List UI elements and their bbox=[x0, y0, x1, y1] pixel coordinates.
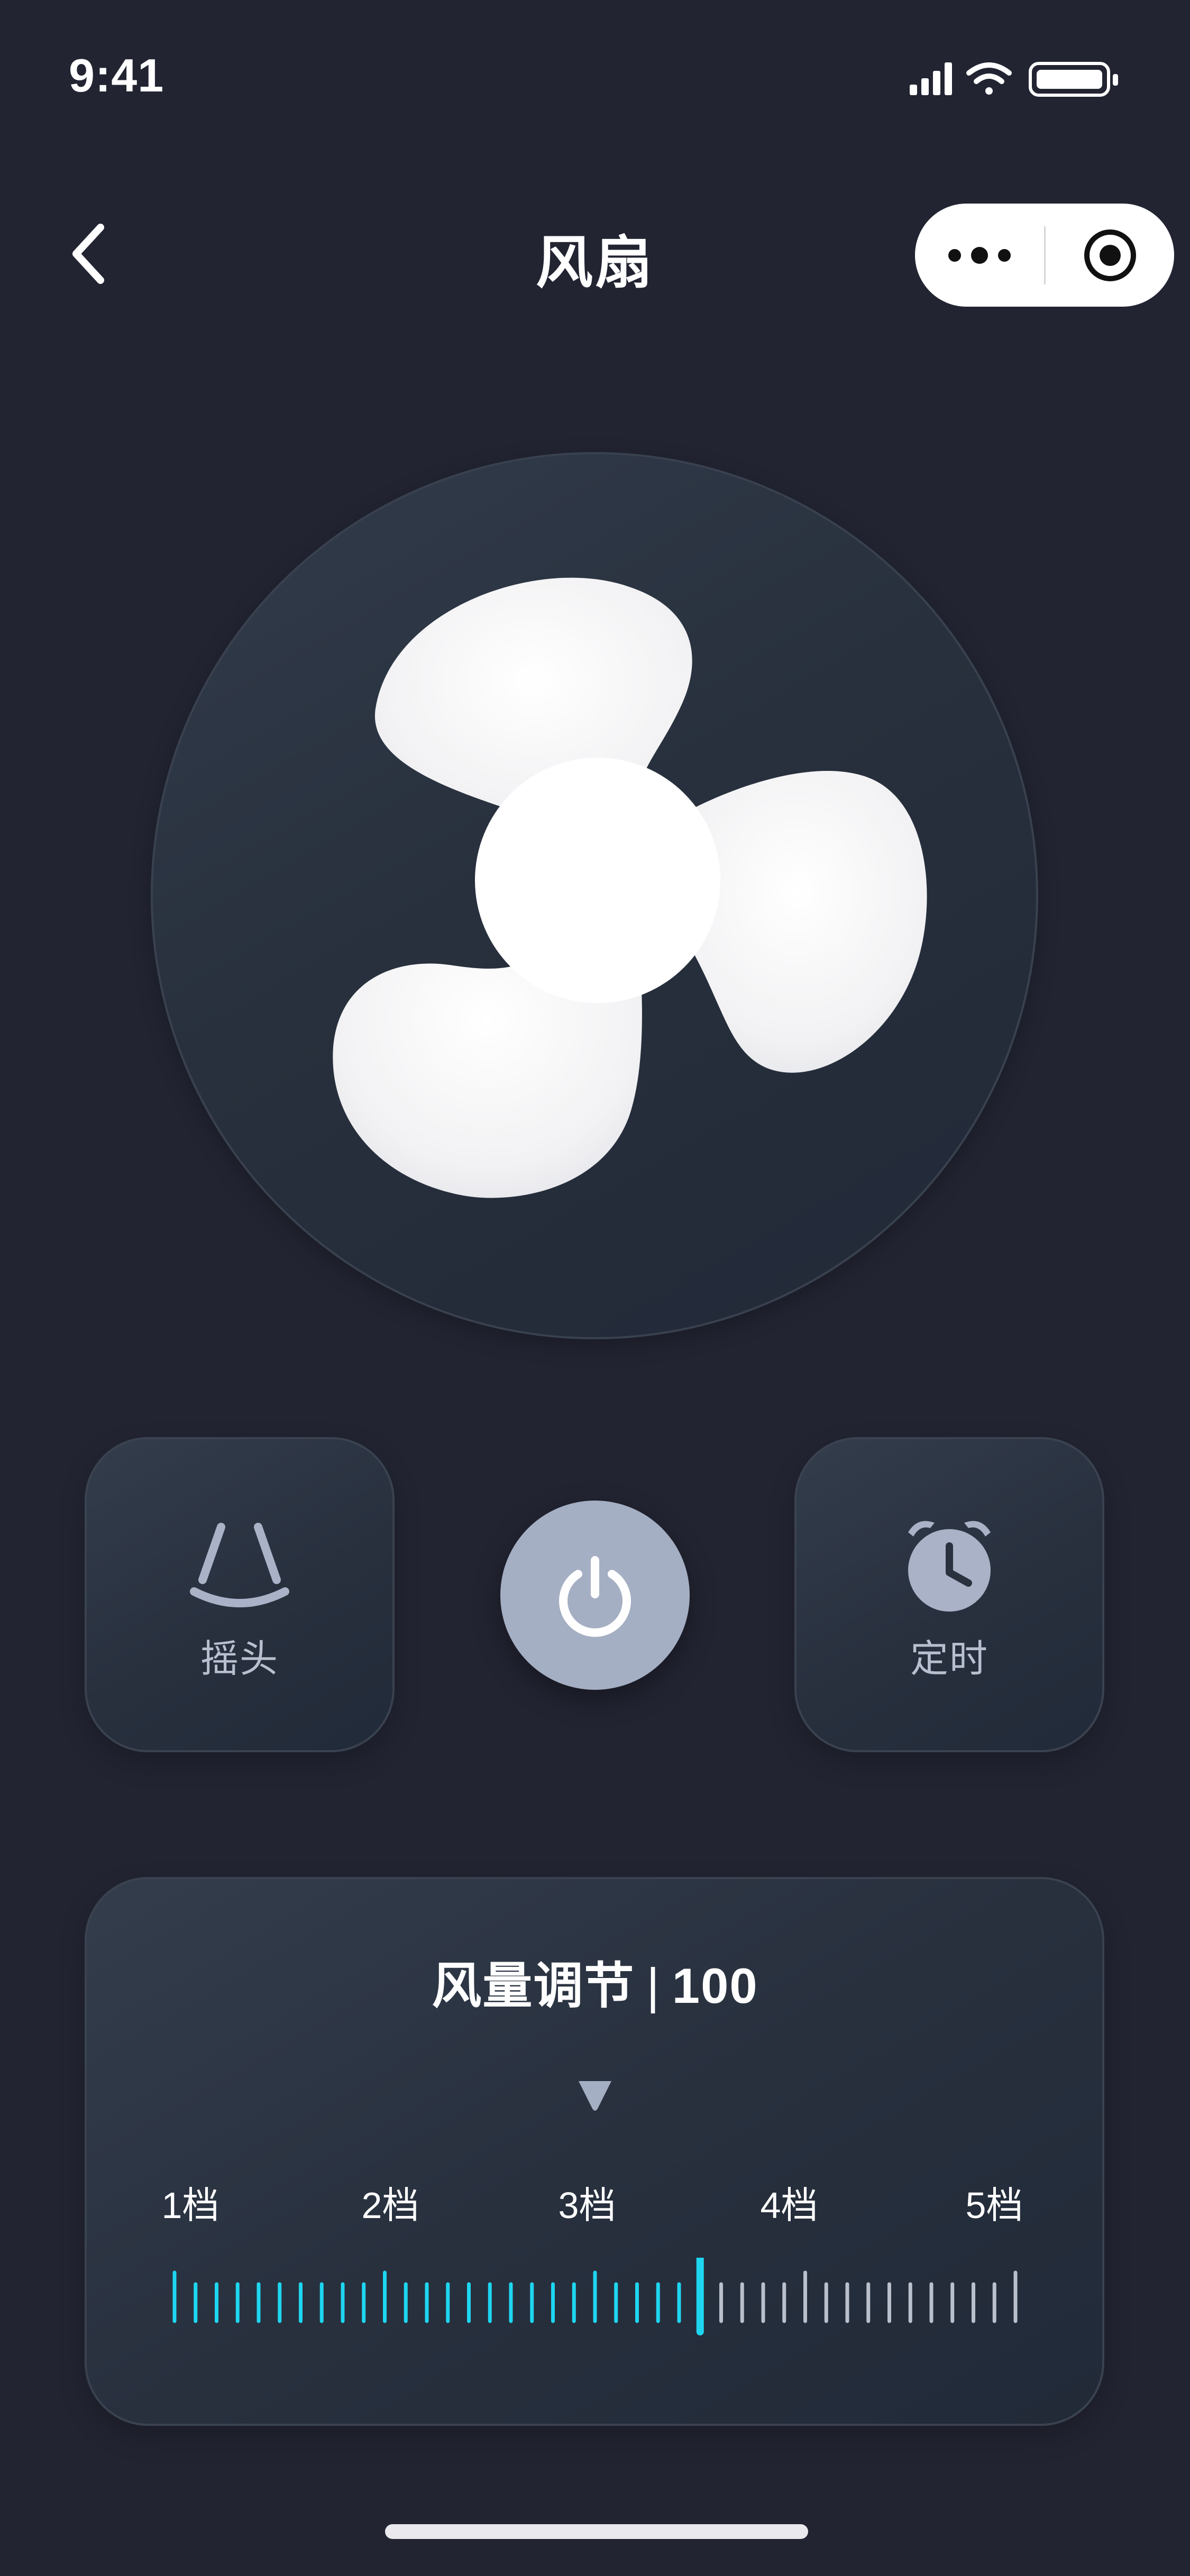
gear-label-3[interactable]: 3档 bbox=[534, 2176, 640, 2229]
gear-label-5[interactable]: 5档 bbox=[941, 2176, 1047, 2229]
more-button[interactable] bbox=[915, 204, 1044, 307]
wind-speed-label: 风量调节 bbox=[432, 1958, 635, 2013]
more-dots-icon bbox=[948, 246, 1011, 264]
close-mini-program-button[interactable] bbox=[1046, 204, 1174, 307]
fan-hub bbox=[475, 758, 720, 1003]
swing-icon bbox=[190, 1523, 289, 1607]
status-time: 9:41 bbox=[69, 49, 164, 102]
swing-label: 摇头 bbox=[200, 1638, 279, 1680]
status-icons bbox=[910, 62, 1118, 97]
wind-speed-value: 100 bbox=[672, 1958, 758, 2013]
target-icon bbox=[1084, 229, 1136, 281]
signal-icon bbox=[910, 62, 952, 95]
timer-label: 定时 bbox=[910, 1638, 988, 1680]
wind-speed-separator: | bbox=[646, 1958, 661, 2013]
power-icon bbox=[559, 1556, 631, 1637]
power-button[interactable] bbox=[500, 1501, 690, 1690]
gear-label-4[interactable]: 4档 bbox=[736, 2176, 842, 2229]
gear-label-2[interactable]: 2档 bbox=[337, 2176, 443, 2229]
wind-speed-slider[interactable] bbox=[159, 2258, 1037, 2337]
triangle-down-icon bbox=[579, 2081, 611, 2111]
battery-icon bbox=[1029, 62, 1118, 97]
gear-label-1[interactable]: 1档 bbox=[138, 2176, 243, 2229]
wifi-icon bbox=[966, 62, 1012, 95]
mini-program-capsule bbox=[915, 204, 1174, 307]
alarm-clock-icon bbox=[908, 1521, 991, 1612]
home-indicator bbox=[385, 2524, 808, 2539]
fan-icon bbox=[333, 577, 927, 1198]
swing-button[interactable]: 摇头 bbox=[85, 1437, 395, 1752]
wind-speed-title: 风量调节 | 100 bbox=[0, 1946, 1190, 2018]
timer-button[interactable]: 定时 bbox=[794, 1437, 1104, 1752]
